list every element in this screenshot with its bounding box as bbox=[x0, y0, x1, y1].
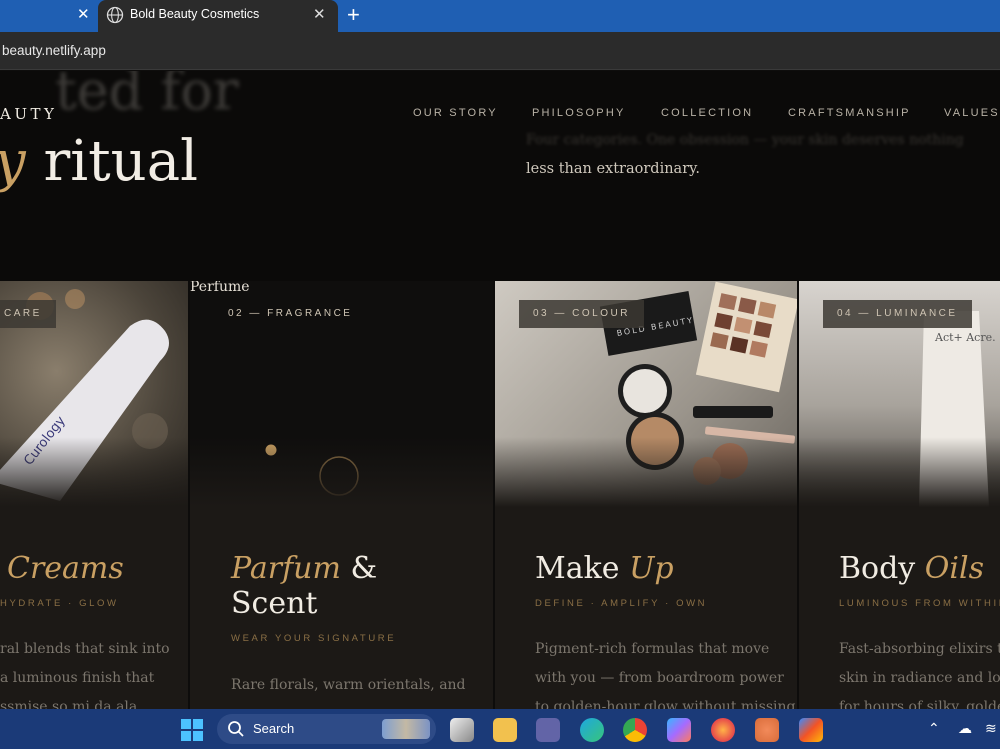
search-highlight-image bbox=[382, 719, 430, 739]
starburst-app-icon[interactable] bbox=[755, 718, 779, 742]
card-title: Body Oils bbox=[839, 551, 984, 586]
card-subtitle: LUMINOUS FROM WITHIN bbox=[839, 598, 1000, 609]
card-description: Fast-absorbing elixirs that d skin in ra… bbox=[839, 641, 1000, 709]
category-tag: CARE bbox=[0, 300, 56, 328]
edge-icon[interactable] bbox=[580, 718, 604, 742]
card-title-line2: Scent bbox=[231, 586, 318, 621]
task-view-icon[interactable] bbox=[450, 718, 474, 742]
card-description: Rare florals, warm orientals, and bbox=[231, 677, 466, 693]
copilot-icon[interactable] bbox=[667, 718, 691, 742]
teams-icon[interactable] bbox=[536, 718, 560, 742]
windows-taskbar: Search ⌃ ☁ ≋ bbox=[0, 709, 1000, 749]
card-subtitle: WEAR YOUR SIGNATURE bbox=[231, 633, 397, 644]
onedrive-icon[interactable]: ☁ bbox=[958, 720, 972, 737]
chevron-up-icon[interactable]: ⌃ bbox=[928, 720, 940, 737]
file-explorer-icon[interactable] bbox=[493, 718, 517, 742]
nav-craftsmanship[interactable]: CRAFTSMANSHIP bbox=[788, 107, 911, 119]
nav-philosophy[interactable]: PHILOSOPHY bbox=[532, 107, 626, 119]
hero-italic-text: y bbox=[0, 129, 26, 194]
close-tab-icon[interactable]: ✕ bbox=[313, 5, 326, 23]
new-tab-button[interactable]: + bbox=[347, 2, 360, 28]
store-icon[interactable] bbox=[799, 718, 823, 742]
category-card-creams[interactable]: Curology CARE Creams HYDRATE · GLOW ral … bbox=[0, 281, 188, 709]
active-tab[interactable]: Bold Beauty Cosmetics ✕ bbox=[98, 0, 338, 32]
taskbar-search-box[interactable]: Search bbox=[217, 714, 436, 744]
svg-text:Act+ Acre.: Act+ Acre. bbox=[934, 331, 996, 344]
search-icon bbox=[228, 721, 244, 737]
card-title: Creams bbox=[7, 551, 124, 586]
address-bar[interactable]: beauty.netlify.app bbox=[0, 32, 1000, 70]
card-description: ral blends that sink into a luminous fin… bbox=[0, 641, 170, 709]
wifi-icon[interactable]: ≋ bbox=[985, 720, 997, 737]
nav-collection[interactable]: COLLECTION bbox=[661, 107, 753, 119]
nav-values[interactable]: VALUES bbox=[944, 107, 1000, 119]
intro-text: less than extraordinary. bbox=[526, 161, 700, 177]
screen: ✕ Bold Beauty Cosmetics ✕ + beauty.netli… bbox=[0, 0, 1000, 749]
intro-text-faded: Four categories. One obsession — your sk… bbox=[526, 132, 964, 148]
category-card-luminance[interactable]: Act+ Acre. 04 — LUMINANCE Body Oils LUMI… bbox=[799, 281, 1000, 709]
browser-tab-bar: ✕ Bold Beauty Cosmetics ✕ + bbox=[0, 0, 1000, 32]
card-subtitle: DEFINE · AMPLIFY · OWN bbox=[535, 598, 708, 609]
windows-start-icon[interactable] bbox=[181, 719, 203, 741]
close-tab-icon[interactable]: ✕ bbox=[77, 5, 90, 23]
category-card-fragrance[interactable]: Perfume 02 — FRAGRANCE Parfum & Scent WE… bbox=[190, 281, 493, 709]
main-nav: OUR STORY PHILOSOPHY COLLECTION CRAFTSMA… bbox=[0, 107, 1000, 127]
card-description: Pigment-rich formulas that move with you… bbox=[535, 641, 796, 709]
chrome-icon[interactable] bbox=[623, 718, 647, 742]
previous-tab[interactable]: ✕ bbox=[0, 0, 98, 32]
image-alt-text: Perfume bbox=[190, 281, 250, 295]
firefox-icon[interactable] bbox=[711, 718, 735, 742]
card-title: Make Up bbox=[535, 551, 674, 586]
nav-our-story[interactable]: OUR STORY bbox=[413, 107, 498, 119]
category-tag: 03 — COLOUR bbox=[519, 300, 644, 328]
web-page: ted for y ritual AUTY OUR STORY PHILOSOP… bbox=[0, 71, 1000, 709]
hero-heading-text: ritual bbox=[25, 129, 198, 194]
category-card-colour[interactable]: BOLD BEAUTY 03 — COLOUR Make Up DEFINE ·… bbox=[495, 281, 797, 709]
card-title: Parfum & bbox=[231, 551, 378, 586]
hero-heading-line2: y ritual bbox=[0, 129, 198, 194]
tab-title: Bold Beauty Cosmetics bbox=[130, 7, 260, 21]
globe-icon bbox=[106, 6, 124, 24]
search-label: Search bbox=[253, 721, 295, 736]
category-tag: 02 — FRAGRANCE bbox=[228, 308, 353, 319]
category-tag: 04 — LUMINANCE bbox=[823, 300, 972, 328]
card-subtitle: HYDRATE · GLOW bbox=[0, 598, 119, 609]
url-text[interactable]: beauty.netlify.app bbox=[2, 43, 106, 58]
